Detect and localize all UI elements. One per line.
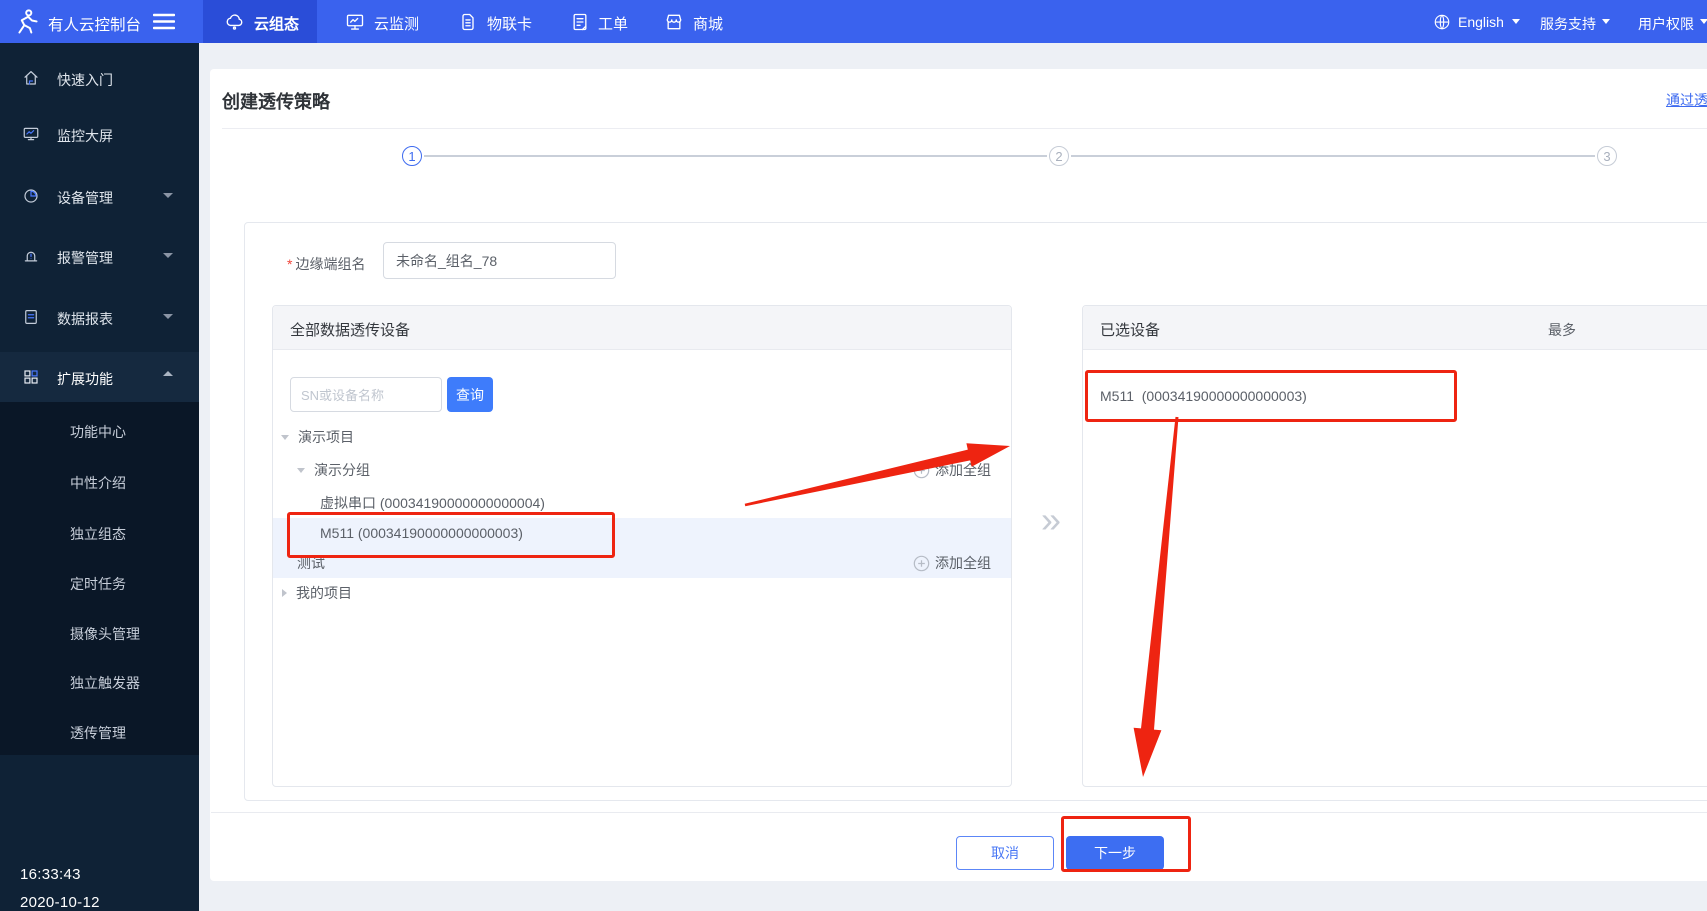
search-button[interactable]: 查询 [447,377,493,412]
sidebar-item-quick-start[interactable]: 快速入门 [0,58,199,98]
device-search-input[interactable] [290,377,442,412]
sidebar-subitem-standalone-scada[interactable]: 独立组态 [70,524,126,544]
usr-logo-icon [13,8,41,36]
nav-tab-label: 工单 [598,13,628,34]
language-switcher[interactable]: English [1458,14,1504,30]
required-mark: * [287,256,292,272]
add-whole-group-button[interactable]: 添加全组 [913,548,991,578]
sidebar-item-monitor-screen[interactable]: 监控大屏 [0,114,199,154]
nav-tab-label: 物联卡 [487,13,532,34]
brand-title: 有人云控制台 [48,13,141,35]
usr-cloud-console: { "colors": { "topbar": "#3a62ee", "topb… [0,0,1707,911]
tree-node-project[interactable]: 演示项目 [273,422,1011,452]
support-menu[interactable]: 服务支持 [1540,14,1596,34]
chevron-down-icon [1700,19,1707,24]
selected-devices-panel-title: 已选设备 [1100,319,1160,340]
group-name-label: *边缘端组名 [287,254,365,274]
annotation-box-next-button [1061,816,1191,872]
top-right-link[interactable]: 通过透递 [1666,90,1707,110]
cancel-button[interactable]: 取消 [956,836,1054,870]
topbar: 有人云控制台 云组态 云监测 物联卡 [0,0,1707,43]
tree-collapsed-icon[interactable] [282,589,287,597]
tree-node-label: 虚拟串口 (00034190000000000004) [320,493,545,513]
all-devices-panel-title: 全部数据透传设备 [290,319,410,340]
sidebar-subitem-neutral-intro[interactable]: 中性介绍 [70,473,126,493]
chevron-up-icon [163,371,173,376]
sidebar-item-device-management[interactable]: 设备管理 [0,176,199,216]
work-order-icon [570,12,590,32]
nav-tab-label: 云监测 [374,13,419,34]
group-name-input[interactable] [383,242,616,279]
chevron-down-icon [163,314,173,319]
sidebar-subitem-passthrough-management[interactable]: 透传管理 [70,723,126,743]
chevron-down-icon [1512,19,1520,24]
device-pie-icon [22,187,40,205]
tree-expand-icon[interactable] [297,468,305,473]
nav-tab-label: 云组态 [254,13,299,34]
report-icon [22,308,40,326]
annotation-box-source-device [287,512,615,558]
footer-divider [211,812,1707,813]
cloud-icon [224,11,245,32]
sidebar-subitem-function-center[interactable]: 功能中心 [70,422,126,442]
chevron-down-icon [1602,19,1610,24]
nav-tab-work-order[interactable]: 工单 [570,0,650,43]
sidebar-item-alarm-management[interactable]: 报警管理 [0,236,199,276]
tree-node-my-project[interactable]: 我的项目 [273,578,1011,608]
hamburger-icon[interactable] [153,13,175,30]
sidebar-item-extended-functions[interactable]: 扩展功能 [0,357,199,397]
annotation-box-selected-device [1085,370,1457,422]
nav-tab-mall[interactable]: 商城 [664,0,744,43]
plus-circle-icon [913,555,930,572]
sidebar-subitem-standalone-trigger[interactable]: 独立触发器 [70,673,140,693]
alarm-icon [22,247,40,265]
sidebar-clock-date: 2020-10-12 [20,894,100,911]
transfer-right-icon: » [1026,498,1076,542]
selected-devices-panel-header [1083,306,1707,350]
nav-tab-label: 商城 [693,13,723,34]
plus-circle-icon [913,462,930,479]
step-connector [1071,155,1595,157]
tree-node-label: 我的项目 [296,583,352,603]
sidebar-item-data-report[interactable]: 数据报表 [0,297,199,337]
sidebar-subitem-camera-management[interactable]: 摄像头管理 [70,624,140,644]
big-screen-icon [22,125,40,143]
tree-node-label: 演示分组 [314,460,370,480]
grid-icon [22,368,40,386]
user-permissions-menu[interactable]: 用户权限 [1638,14,1694,34]
chevron-down-icon [163,193,173,198]
selected-devices-limit-note: 最多 [1548,320,1576,340]
step-connector [424,155,1047,157]
step-2-circle: 2 [1049,146,1069,166]
sim-card-icon [458,12,478,32]
nav-tab-iot-card[interactable]: 物联卡 [458,0,558,43]
store-icon [664,12,684,32]
globe-icon [1433,13,1451,31]
home-icon [22,69,40,87]
tree-expand-icon[interactable] [281,435,289,440]
sidebar-subitem-scheduled-tasks[interactable]: 定时任务 [70,574,126,594]
add-whole-group-button[interactable]: 添加全组 [913,455,991,485]
step-1-circle: 1 [402,146,422,166]
step-3-circle: 3 [1597,146,1617,166]
tree-node-label: 演示项目 [298,427,354,447]
page-title: 创建透传策略 [222,88,330,114]
sidebar-clock-time: 16:33:43 [20,866,81,883]
chevron-down-icon [163,253,173,258]
monitor-icon [345,12,365,32]
title-divider [222,128,1707,129]
nav-tab-cloud-monitor[interactable]: 云监测 [345,0,445,43]
tree-node-group[interactable]: 演示分组 [273,455,1011,485]
nav-tab-cloud-scada[interactable]: 云组态 [203,0,317,43]
